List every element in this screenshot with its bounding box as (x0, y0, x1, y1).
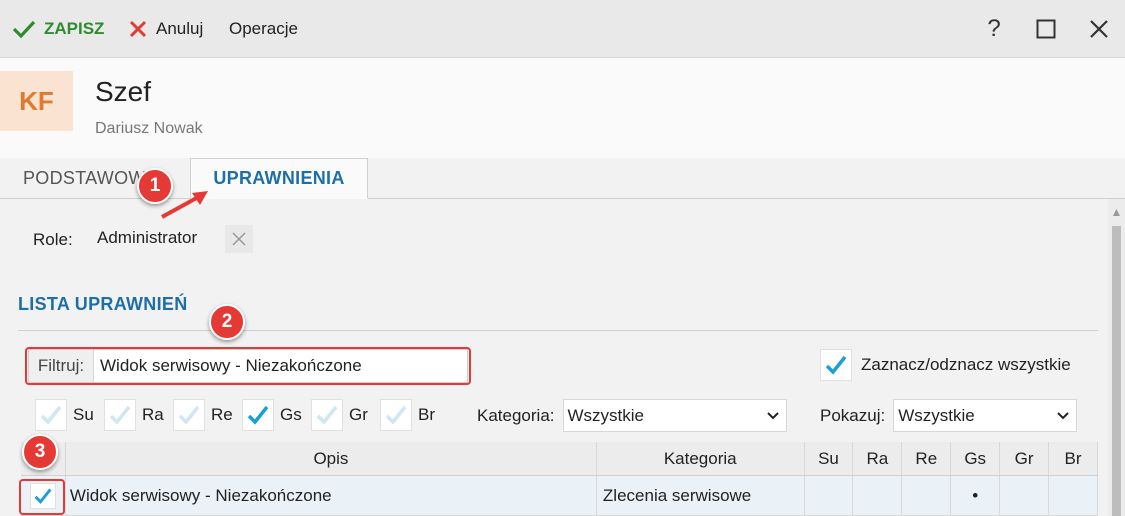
section-title: LISTA UPRAWNIEŃ (18, 294, 188, 314)
column-header-gr[interactable]: Gr (1000, 442, 1050, 475)
close-icon (1090, 20, 1108, 38)
perm-checkbox-gr[interactable] (311, 399, 343, 431)
show-filter: Pokazuj: Wszystkie (820, 399, 1078, 432)
annotation-marker-2: 2 (209, 304, 245, 340)
perm-label-gs: Gs (280, 405, 302, 424)
check-outline-icon (109, 405, 131, 425)
cell-gs[interactable]: • (951, 476, 1001, 515)
role-chip-label: Administrator (97, 228, 198, 247)
cell-su[interactable] (805, 476, 854, 515)
column-header-br[interactable]: Br (1049, 442, 1098, 475)
perm-filter-gr[interactable]: Gr (311, 399, 377, 431)
annotation-marker-3: 3 (22, 434, 58, 470)
cell-br[interactable] (1049, 476, 1098, 515)
perm-filter-br[interactable]: Br (380, 399, 446, 431)
vertical-scrollbar[interactable]: ▲ (1108, 199, 1125, 516)
close-window-button[interactable] (1085, 15, 1113, 43)
cell-re[interactable] (902, 476, 952, 515)
remove-icon (232, 232, 246, 246)
select-all-toggle[interactable]: Zaznacz/odznacz wszystkie (820, 349, 1071, 381)
cell-ra[interactable] (853, 476, 903, 515)
check-icon (247, 405, 269, 425)
record-header: KF Szef Dariusz Nowak (0, 58, 1125, 158)
filter-highlight (25, 347, 471, 385)
perm-filter-gs[interactable]: Gs (242, 399, 308, 431)
help-icon: ? (987, 15, 1001, 42)
save-button[interactable]: ZAPISZ (12, 16, 104, 42)
check-outline-icon (178, 405, 200, 425)
chevron-down-icon (1057, 411, 1069, 419)
column-header-gs[interactable]: Gs (951, 442, 1001, 475)
cell-kategoria: Zlecenia serwisowe (597, 476, 805, 515)
cell-opis: Widok serwisowy - Niezakończone (66, 476, 597, 515)
perm-checkbox-su[interactable] (35, 399, 67, 431)
check-outline-icon (316, 405, 338, 425)
scroll-thumb[interactable] (1112, 226, 1121, 516)
close-x-icon (129, 20, 147, 38)
operations-label: Operacje (229, 19, 298, 38)
save-label: ZAPISZ (44, 19, 105, 38)
perm-checkbox-re[interactable] (173, 399, 205, 431)
perm-label-ra: Ra (142, 405, 164, 424)
cell-gr[interactable] (1000, 476, 1050, 515)
show-select[interactable]: Wszystkie (893, 399, 1078, 432)
perm-label-gr: Gr (349, 405, 368, 424)
operations-menu[interactable]: Operacje (229, 16, 298, 42)
category-filter: Kategoria: Wszystkie (477, 399, 787, 432)
check-outline-icon (40, 405, 62, 425)
perm-label-re: Re (211, 405, 233, 424)
perm-checkbox-br[interactable] (380, 399, 412, 431)
category-label: Kategoria: (477, 405, 555, 425)
permission-type-filters: Su Ra Re Gs Gr Br (35, 399, 449, 431)
perm-checkbox-ra[interactable] (104, 399, 136, 431)
select-all-label: Zaznacz/odznacz wszystkie (861, 355, 1071, 374)
cancel-button[interactable]: Anuluj (128, 16, 203, 42)
maximize-button[interactable] (1032, 15, 1060, 43)
page-subtitle: Dariusz Nowak (95, 120, 203, 137)
column-header-su[interactable]: Su (805, 442, 854, 475)
perm-label-br: Br (418, 405, 435, 424)
permissions-grid: Opis Kategoria Su Ra Re Gs Gr Br Widok s… (21, 442, 1098, 516)
cancel-label: Anuluj (156, 19, 204, 38)
column-header-ra[interactable]: Ra (853, 442, 903, 475)
show-label: Pokazuj: (820, 405, 886, 425)
perm-filter-ra[interactable]: Ra (104, 399, 170, 431)
category-select[interactable]: Wszystkie (562, 399, 787, 432)
avatar: KF (0, 71, 73, 131)
check-icon (825, 355, 847, 375)
toolbar: ZAPISZ Anuluj Operacje ? (0, 0, 1125, 58)
category-value: Wszystkie (567, 405, 645, 425)
grid-header: Opis Kategoria Su Ra Re Gs Gr Br (21, 442, 1098, 476)
check-outline-icon (385, 405, 407, 425)
section-divider (18, 330, 1098, 331)
column-header-kategoria[interactable]: Kategoria (597, 442, 805, 475)
table-row[interactable]: Widok serwisowy - Niezakończone Zlecenia… (21, 476, 1098, 516)
select-all-checkbox[interactable] (820, 349, 852, 381)
maximize-icon (1036, 19, 1056, 39)
chevron-down-icon (766, 411, 779, 419)
roles-label: Role: (33, 230, 73, 249)
page-title: Szef (95, 76, 152, 107)
column-header-opis[interactable]: Opis (66, 442, 597, 475)
show-value: Wszystkie (898, 405, 975, 425)
row-checkbox-highlight (19, 479, 65, 515)
perm-filter-re[interactable]: Re (173, 399, 239, 431)
checkmark-icon (12, 20, 36, 39)
annotation-marker-1: 1 (137, 168, 173, 204)
perm-filter-su[interactable]: Su (35, 399, 101, 431)
column-header-re[interactable]: Re (902, 442, 952, 475)
scroll-up-icon[interactable]: ▲ (1108, 205, 1125, 219)
perm-label-su: Su (73, 405, 94, 424)
role-remove-button[interactable] (225, 225, 253, 253)
perm-checkbox-gs[interactable] (242, 399, 274, 431)
help-button[interactable]: ? (980, 15, 1008, 43)
